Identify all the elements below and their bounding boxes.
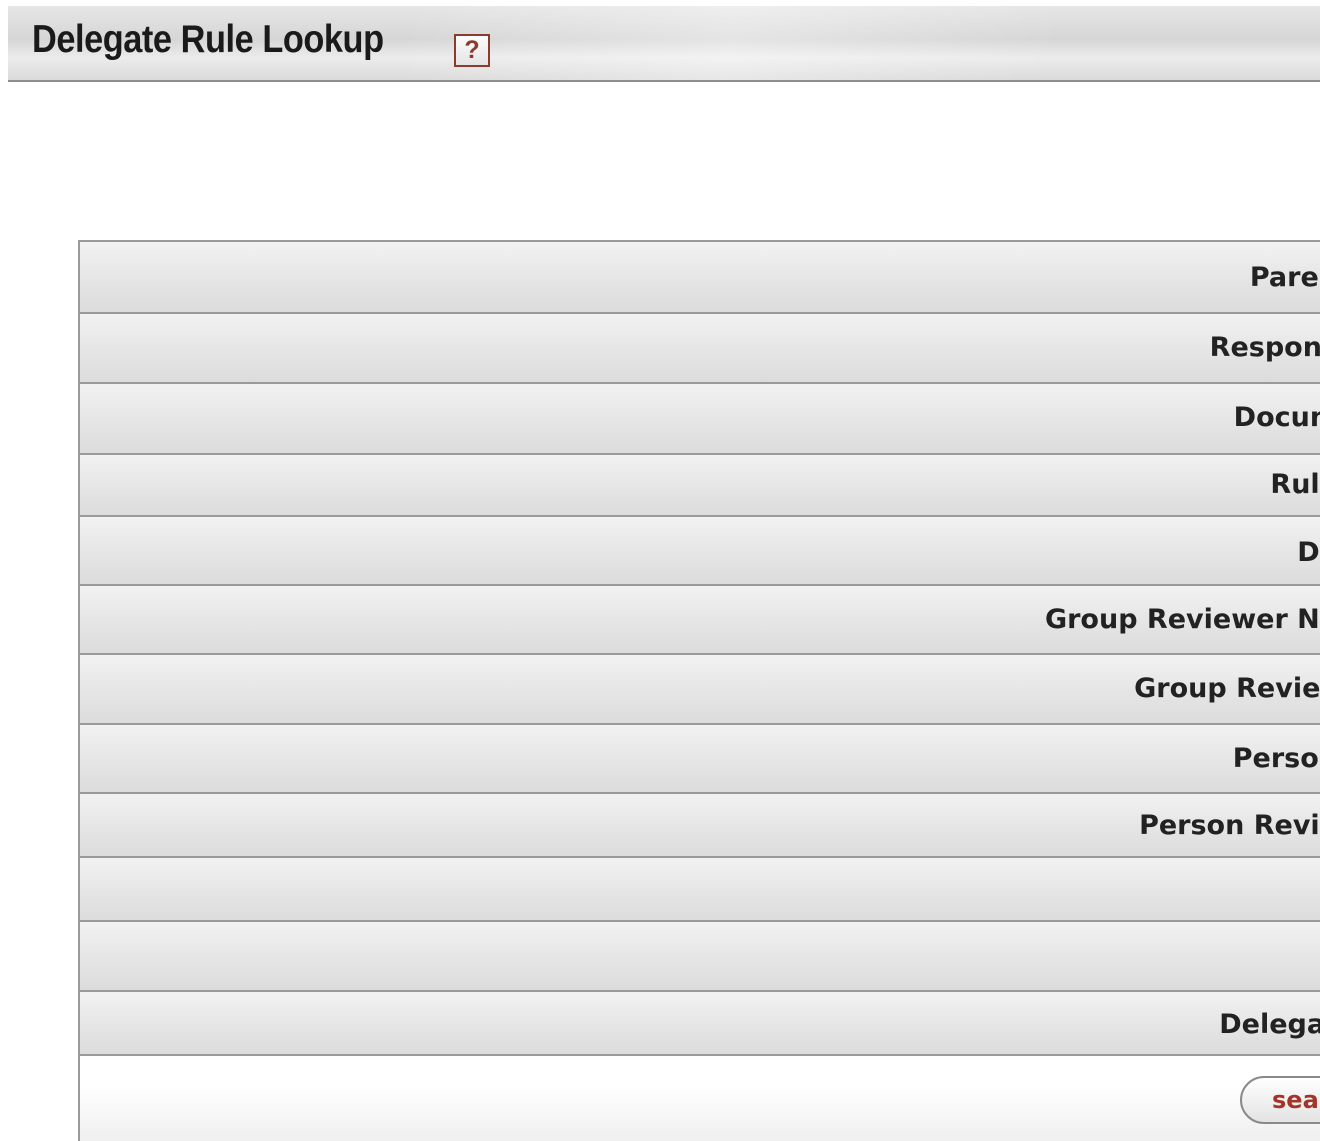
row-label-delegation: Delegat: [1219, 1009, 1320, 1040]
help-icon[interactable]: ?: [454, 34, 490, 67]
form-row-delegation: Delegat: [80, 992, 1320, 1056]
form-row-parent: Paren: [80, 242, 1320, 314]
row-label-group-reviewer-name: Group Reviewer Na: [1044, 604, 1320, 635]
search-button[interactable]: sea: [1240, 1076, 1320, 1124]
row-label-person-reviewer: Person Revie: [1139, 810, 1320, 841]
actions-row: sea: [80, 1056, 1320, 1141]
form-row-person-reviewer: Person Revie: [80, 794, 1320, 858]
row-label-responsibility: Respons: [1209, 332, 1320, 363]
row-label-group-reviewer: Group Reviev: [1134, 673, 1320, 704]
row-label-description: De: [1297, 537, 1320, 568]
row-label-document-type: Docum: [1233, 402, 1320, 433]
form-row-rule-template: Rule: [80, 455, 1320, 517]
page: Delegate Rule Lookup ? Paren Respons Doc…: [0, 0, 1320, 1141]
form-row-group-reviewer: Group Reviev: [80, 655, 1320, 725]
form-row-responsibility: Respons: [80, 314, 1320, 384]
row-label-rule-template: Rule: [1270, 469, 1320, 500]
form-row-group-reviewer-name: Group Reviewer Na: [80, 586, 1320, 655]
lookup-criteria-table: Paren Respons Docum Rule De Group Review…: [78, 240, 1320, 1141]
form-row-person: Person: [80, 725, 1320, 794]
form-row-document-type: Docum: [80, 384, 1320, 455]
row-label-person: Person: [1232, 743, 1320, 774]
page-header: Delegate Rule Lookup: [8, 6, 1320, 82]
form-row-description: De: [80, 517, 1320, 586]
row-label-parent: Paren: [1249, 262, 1320, 293]
form-row-empty-2: [80, 922, 1320, 992]
form-row-empty-1: [80, 858, 1320, 922]
page-title: Delegate Rule Lookup: [32, 18, 384, 61]
